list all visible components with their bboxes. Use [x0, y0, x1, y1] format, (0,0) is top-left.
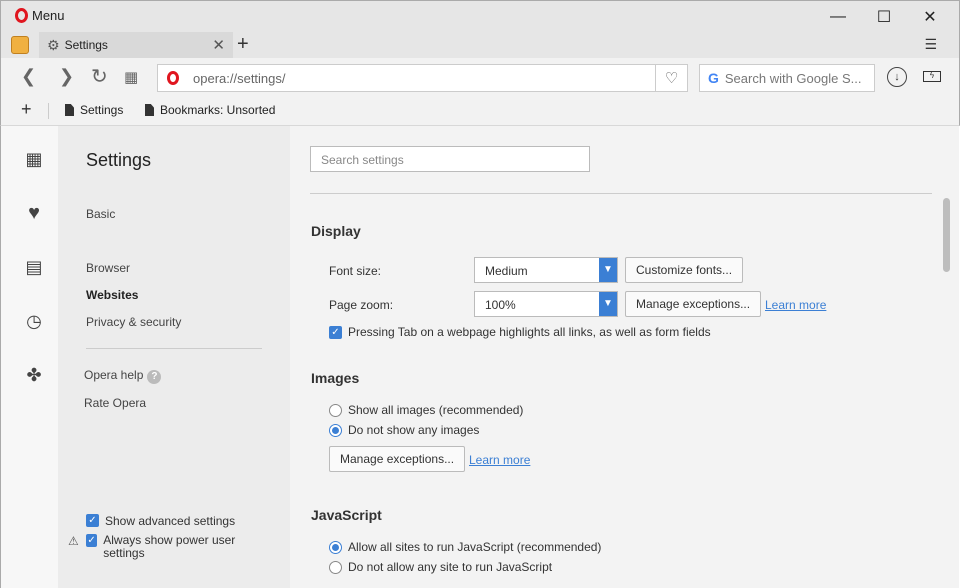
zoom-learn-more-link[interactable]: Learn more [765, 298, 826, 312]
font-size-select[interactable]: Medium ▼ [474, 257, 618, 283]
page-zoom-label: Page zoom: [329, 298, 394, 312]
add-bookmark-icon[interactable]: + [21, 99, 32, 120]
tab-settings[interactable]: ⚙ Settings ✕ [39, 32, 233, 58]
heart-icon[interactable]: ♥ [23, 202, 45, 224]
document-icon [145, 104, 154, 116]
font-size-value: Medium [485, 264, 528, 278]
show-all-images-label: Show all images (recommended) [348, 403, 524, 417]
page-title: Settings [86, 150, 152, 170]
bookmarks-bar: + Settings Bookmarks: Unsorted [0, 96, 960, 126]
help-label: Opera help [84, 368, 144, 382]
close-tab-icon[interactable]: ✕ [212, 36, 225, 54]
menu-button[interactable]: Menu [15, 8, 65, 23]
checkbox-checked[interactable]: ✓ [329, 325, 342, 339]
radio-selected[interactable] [329, 423, 342, 437]
checkbox-checked[interactable]: ✓ [86, 534, 98, 547]
menu-label: Menu [32, 8, 65, 23]
search-input[interactable]: G Search with Google S... [699, 64, 875, 92]
download-icon[interactable]: ↓ [887, 67, 907, 87]
settings-nav: Settings Basic Browser Websites Privacy … [58, 126, 290, 588]
radio-selected[interactable] [329, 540, 342, 554]
history-icon[interactable]: ◷ [23, 310, 45, 332]
tab-highlight-label: Pressing Tab on a webpage highlights all… [348, 325, 711, 339]
no-images-radio[interactable]: Do not show any images [329, 423, 479, 437]
forward-icon[interactable]: ❯ [59, 66, 74, 87]
document-icon [65, 104, 74, 116]
title-bar: Menu — ☐ ✕ [0, 0, 960, 32]
images-heading: Images [311, 370, 360, 386]
allow-js-radio[interactable]: Allow all sites to run JavaScript (recom… [329, 540, 601, 554]
url-text: opera://settings/ [193, 70, 286, 86]
power-user-checkbox[interactable]: ✓ Always show power user settings [86, 534, 256, 560]
new-tab-button[interactable]: + [237, 33, 249, 56]
gear-icon: ⚙ [47, 36, 60, 53]
radio-unselected[interactable] [329, 560, 342, 574]
opera-url-icon [167, 71, 179, 85]
show-all-images-radio[interactable]: Show all images (recommended) [329, 403, 523, 417]
bookmark-settings[interactable]: Settings [65, 103, 123, 117]
page-zoom-value: 100% [485, 298, 516, 312]
display-heading: Display [311, 223, 361, 239]
block-js-radio[interactable]: Do not allow any site to run JavaScript [329, 560, 552, 574]
warning-icon: ⚠ [68, 534, 79, 548]
power-user-label: Always show power user settings [103, 533, 236, 560]
close-window-button[interactable]: ✕ [907, 5, 953, 29]
address-bar: ❮ ❯ ↻ ▦ opera://settings/ ♡ G Search wit… [0, 58, 960, 96]
tab-title: Settings [64, 38, 108, 52]
nav-browser[interactable]: Browser [86, 261, 130, 275]
allow-js-label: Allow all sites to run JavaScript (recom… [348, 540, 602, 554]
sidebar: ▦ ♥ ▤ ◷ ✤ [0, 126, 58, 588]
radio-unselected[interactable] [329, 403, 342, 417]
speed-dial-tab-icon[interactable] [11, 36, 29, 54]
google-icon: G [708, 70, 719, 86]
battery-saver-icon[interactable]: ϟ [923, 71, 941, 82]
speed-dial-sidebar-icon[interactable]: ▦ [23, 148, 45, 170]
font-size-label: Font size: [329, 264, 382, 278]
customize-fonts-button[interactable]: Customize fonts... [625, 257, 744, 283]
images-manage-exceptions-button[interactable]: Manage exceptions... [329, 446, 466, 472]
checkbox-checked[interactable]: ✓ [86, 514, 99, 527]
no-images-label: Do not show any images [348, 423, 480, 437]
tab-bar: ⚙ Settings ✕ + ☰ [0, 32, 960, 58]
search-settings-input[interactable]: Search settings [310, 146, 590, 172]
settings-content: Search settings Display Font size: Mediu… [290, 126, 940, 588]
chevron-down-icon: ▼ [599, 292, 617, 316]
show-advanced-checkbox[interactable]: ✓ Show advanced settings [86, 514, 235, 528]
nav-opera-help[interactable]: Opera help? [84, 368, 162, 384]
search-placeholder: Search with Google S... [724, 70, 862, 86]
content-divider [310, 193, 932, 194]
nav-websites[interactable]: Websites [86, 288, 138, 302]
javascript-heading: JavaScript [311, 507, 382, 523]
bookmarks-divider [48, 103, 49, 119]
scroll-thumb[interactable] [943, 198, 950, 272]
page-zoom-select[interactable]: 100% ▼ [474, 291, 618, 317]
opera-logo-icon [15, 8, 28, 23]
block-js-label: Do not allow any site to run JavaScript [348, 560, 553, 574]
zoom-manage-exceptions-button[interactable]: Manage exceptions... [625, 291, 762, 317]
scrollbar[interactable] [940, 126, 959, 588]
heart-icon[interactable]: ♡ [655, 65, 687, 91]
reload-icon[interactable]: ↻ [91, 64, 108, 89]
show-advanced-label: Show advanced settings [105, 514, 236, 528]
speed-dial-icon[interactable]: ▦ [124, 68, 138, 86]
maximize-button[interactable]: ☐ [861, 5, 907, 29]
images-learn-more-link[interactable]: Learn more [469, 453, 530, 467]
back-icon[interactable]: ❮ [21, 66, 36, 87]
nav-basic[interactable]: Basic [86, 207, 115, 221]
bookmark-unsorted[interactable]: Bookmarks: Unsorted [145, 103, 277, 117]
url-field[interactable]: opera://settings/ ♡ [157, 64, 688, 92]
tab-menu-icon[interactable]: ☰ [924, 36, 937, 53]
tab-highlight-checkbox[interactable]: ✓ Pressing Tab on a webpage highlights a… [329, 325, 711, 339]
bookmark-label: Settings [80, 103, 124, 117]
bookmark-label: Bookmarks: Unsorted [160, 103, 276, 117]
news-icon[interactable]: ▤ [23, 256, 45, 278]
chevron-down-icon: ▼ [599, 258, 617, 282]
minimize-button[interactable]: — [815, 5, 861, 29]
help-icon: ? [147, 370, 162, 384]
nav-divider [86, 348, 262, 349]
nav-privacy[interactable]: Privacy & security [86, 315, 181, 329]
extensions-icon[interactable]: ✤ [23, 364, 45, 386]
nav-rate-opera[interactable]: Rate Opera [84, 396, 146, 410]
